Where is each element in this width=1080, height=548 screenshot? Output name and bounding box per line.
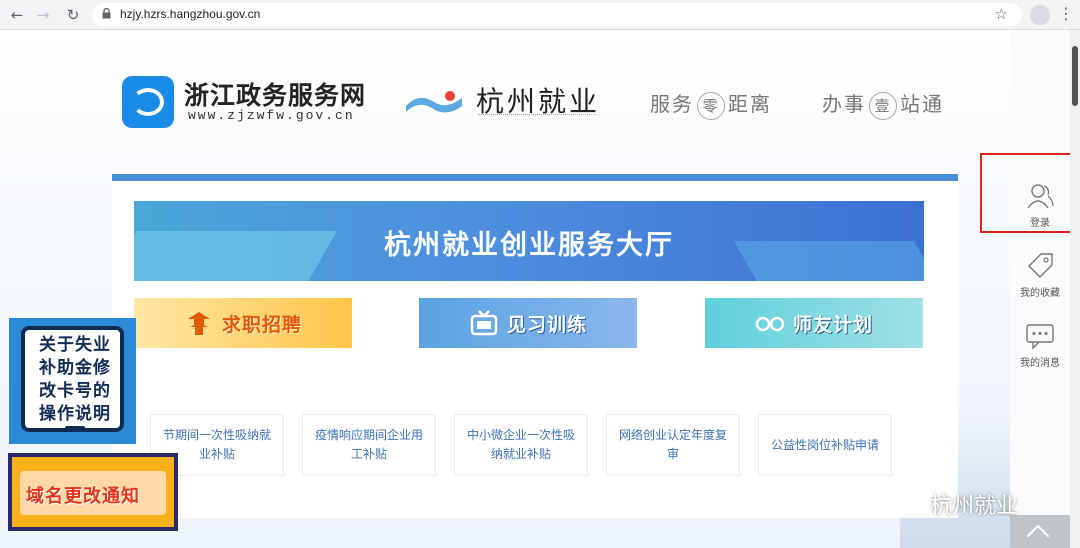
mentor-plan-button[interactable]: 师友计划 bbox=[705, 298, 923, 348]
slogan-onestop: 办事壹站通 bbox=[822, 88, 944, 120]
job-recruitment-button[interactable]: 求职招聘 bbox=[134, 298, 352, 348]
subservice-link[interactable]: 网络创业认定年度复审 bbox=[606, 414, 740, 476]
back-icon[interactable]: ← bbox=[6, 4, 28, 26]
service-hall-title: 杭州就业创业服务大厅 bbox=[384, 230, 674, 261]
subservice-link[interactable]: 疫情响应期间企业用工补贴 bbox=[302, 414, 436, 476]
domain-change-notice-popup[interactable]: 域名更改通知 bbox=[8, 453, 178, 531]
scrollbar-thumb[interactable] bbox=[1072, 46, 1078, 106]
sidebar-messages[interactable]: 我的消息 bbox=[1010, 322, 1070, 369]
url-text: hzjy.hzrs.hangzhou.gov.cn bbox=[120, 7, 261, 21]
watermark-text: 杭州就业 bbox=[930, 494, 1019, 519]
domain-change-notice-text: 域名更改通知 bbox=[26, 486, 140, 507]
phone-home-bar bbox=[65, 426, 85, 430]
forward-icon[interactable]: → bbox=[32, 4, 54, 26]
menu-icon[interactable]: ⋮ bbox=[1058, 4, 1074, 23]
slogan-onestop-post: 站通 bbox=[900, 92, 944, 116]
slogan-service: 服务零距离 bbox=[650, 88, 772, 120]
unemployment-notice-text: 关于失业补助金修改卡号的操作说明 bbox=[39, 335, 111, 424]
zjzwfw-title: 浙江政务服务网 bbox=[184, 81, 367, 110]
lock-icon bbox=[102, 8, 111, 19]
hangzhou-employment-logo-icon bbox=[406, 91, 462, 113]
login-highlight-box bbox=[980, 153, 1072, 233]
slogan-service-post: 距离 bbox=[728, 92, 772, 116]
chat-bubble-icon bbox=[1026, 324, 1054, 350]
slogan-onestop-pre: 办事 bbox=[822, 92, 866, 116]
reload-icon[interactable]: ↻ bbox=[62, 4, 84, 26]
slogan-service-pre: 服务 bbox=[650, 92, 694, 116]
profile-avatar-icon[interactable] bbox=[1030, 5, 1050, 25]
pagoda-icon bbox=[187, 312, 210, 335]
mentor-plan-label: 师友计划 bbox=[792, 313, 873, 336]
subservice-link[interactable]: 中小微企业一次性吸纳就业补贴 bbox=[454, 414, 588, 476]
glasses-icon bbox=[755, 316, 785, 332]
chevron-up-icon bbox=[1026, 524, 1050, 548]
vertical-scrollbar[interactable] bbox=[1070, 30, 1080, 548]
right-sidebar: 登录 我的收藏 我的消息 bbox=[1010, 30, 1070, 548]
zjzwfw-url: www.zjzwfw.gov.cn bbox=[188, 108, 355, 123]
subservice-link[interactable]: 公益性岗位补贴申请 bbox=[758, 414, 892, 476]
unemployment-notice-popup[interactable]: 关于失业补助金修改卡号的操作说明 bbox=[9, 318, 136, 444]
sidebar-messages-label: 我的消息 bbox=[1020, 358, 1060, 369]
hangzhou-employment-underline bbox=[478, 114, 596, 118]
address-bar[interactable]: hzjy.hzrs.hangzhou.gov.cn ☆ bbox=[92, 3, 1022, 27]
back-to-top-button[interactable] bbox=[1010, 515, 1070, 548]
watermark: 杭州就业 bbox=[892, 488, 1018, 520]
browser-toolbar: ← → ↻ hzjy.hzrs.hangzhou.gov.cn ☆ ⋮ bbox=[0, 0, 1080, 30]
slogan-service-circle: 零 bbox=[697, 91, 725, 120]
tag-icon bbox=[1028, 253, 1053, 278]
slogan-onestop-circle: 壹 bbox=[869, 91, 897, 120]
zjzwfw-logo-icon[interactable] bbox=[122, 76, 174, 128]
job-recruitment-label: 求职招聘 bbox=[221, 313, 302, 336]
tv-icon bbox=[470, 310, 498, 336]
service-hall-banner: 杭州就业创业服务大厅 bbox=[134, 201, 924, 281]
wechat-icon bbox=[893, 493, 923, 515]
internship-training-button[interactable]: 见习训练 bbox=[419, 298, 637, 348]
sidebar-favorites-label: 我的收藏 bbox=[1020, 288, 1060, 299]
sidebar-favorites[interactable]: 我的收藏 bbox=[1010, 252, 1070, 299]
bookmark-star-icon[interactable]: ☆ bbox=[995, 5, 1008, 23]
internship-training-label: 见习训练 bbox=[506, 313, 587, 336]
